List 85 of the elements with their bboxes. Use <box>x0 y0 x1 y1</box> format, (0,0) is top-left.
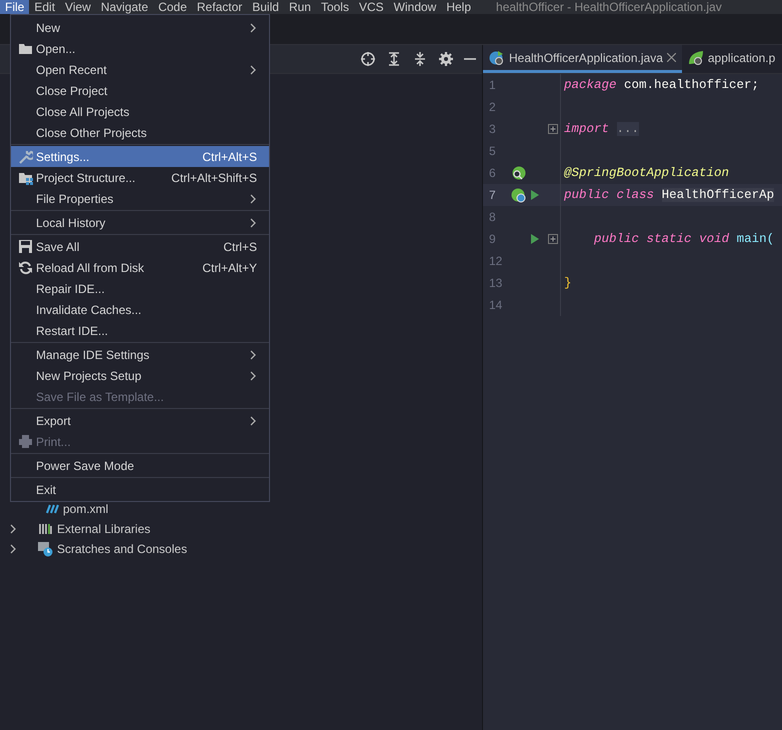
bean-search-icon <box>511 166 526 180</box>
line-number: 3 <box>488 122 497 136</box>
libraries-icon <box>38 521 53 537</box>
menu-item[interactable]: Exit <box>11 479 269 500</box>
menu-bar-item[interactable]: Code <box>153 0 192 14</box>
code-line: public class HealthOfficerAp <box>563 188 774 202</box>
settings-icon <box>438 51 454 67</box>
menu-bar-item[interactable]: File <box>0 0 30 14</box>
reload-icon <box>18 260 33 275</box>
window-title: healthOfficer - HealthOfficerApplication.jav <box>496 0 722 14</box>
bean-class-icon <box>511 188 526 202</box>
code-line: public static void main( <box>593 232 774 246</box>
shortcut-label: Ctrl+Alt+S <box>202 150 257 164</box>
line-number: 1 <box>488 78 497 92</box>
crosshair-icon <box>360 51 376 67</box>
line-number: 7 <box>488 188 497 202</box>
menu-item[interactable]: Power Save Mode <box>11 455 269 476</box>
menu-item[interactable]: Project Structure... Ctrl+Alt+Shift+S <box>11 167 269 188</box>
minimize-icon <box>464 58 476 60</box>
fold-icon <box>548 124 558 134</box>
menu-bar-item[interactable]: Edit <box>29 0 60 14</box>
leaf-icon <box>688 50 704 66</box>
tree-item[interactable]: pom.xml <box>63 502 108 516</box>
expand-all-icon <box>386 51 402 67</box>
menu-item[interactable]: File Properties <box>11 188 269 209</box>
chevron-right-icon <box>249 216 257 228</box>
line-number: 2 <box>488 100 497 114</box>
tree-item[interactable]: External Libraries <box>57 522 150 536</box>
menu-bar-item[interactable]: Help <box>441 0 476 14</box>
menu-bar-item[interactable]: Build <box>247 0 284 14</box>
chevron-right-icon <box>249 414 257 426</box>
menu-bar-item[interactable]: Tools <box>316 0 354 14</box>
maven-icon <box>46 504 59 514</box>
menu-item[interactable]: Save All Ctrl+S <box>11 236 269 257</box>
code-line: } <box>563 276 572 290</box>
chevron-right-icon <box>249 370 257 382</box>
menu-item[interactable]: Restart IDE... <box>11 320 269 341</box>
save-icon <box>18 239 33 254</box>
chevron-right-icon <box>249 64 257 76</box>
collapse-all-icon <box>412 51 428 67</box>
line-number: 5 <box>488 144 497 158</box>
menu-bar-item[interactable]: Navigate <box>96 0 154 14</box>
editor-tab[interactable]: HealthOfficerApplication.java <box>483 45 682 73</box>
menu-item[interactable]: Close Project <box>11 80 269 101</box>
menu-item[interactable]: Settings... Ctrl+Alt+S <box>11 146 269 167</box>
code-line: @SpringBootApplication <box>563 166 730 180</box>
menu-item[interactable]: Export <box>11 410 269 431</box>
line-number: 6 <box>488 166 497 180</box>
folder-icon <box>18 41 33 56</box>
chevron-right-icon <box>249 22 257 34</box>
menu-item[interactable]: Open... <box>11 38 269 59</box>
chevron-right-icon <box>249 192 257 204</box>
line-number: 13 <box>488 276 504 290</box>
menu-bar-item[interactable]: Refactor <box>192 0 248 14</box>
menu-item[interactable]: Local History <box>11 212 269 233</box>
menu-bar-item[interactable]: Run <box>284 0 316 14</box>
menu-item[interactable]: New Projects Setup <box>11 365 269 386</box>
menu-item[interactable]: Manage IDE Settings <box>11 344 269 365</box>
line-number: 12 <box>488 254 504 268</box>
menu-item[interactable]: Reload All from Disk Ctrl+Alt+Y <box>11 257 269 278</box>
folder-grid-icon <box>18 170 33 185</box>
line-number: 9 <box>488 232 497 246</box>
code-line: package com.healthofficer; <box>563 78 760 92</box>
menu-item[interactable]: Repair IDE... <box>11 278 269 299</box>
close-icon <box>666 53 676 62</box>
menu-item[interactable]: Close All Projects <box>11 101 269 122</box>
line-number: 14 <box>488 298 504 312</box>
chevron-right-icon <box>249 348 257 360</box>
line-number: 8 <box>488 210 497 224</box>
menu-item[interactable]: Invalidate Caches... <box>11 299 269 320</box>
menu-bar-item[interactable]: VCS <box>354 0 389 14</box>
menu-item[interactable]: Open Recent <box>11 59 269 80</box>
menu-bar-item[interactable]: Window <box>388 0 442 14</box>
scratches-icon <box>38 541 53 557</box>
code-line: import ... <box>563 122 640 136</box>
shortcut-label: Ctrl+S <box>223 240 257 254</box>
menu-item[interactable]: Close Other Projects <box>11 122 269 143</box>
editor-tab[interactable]: application.p <box>682 45 782 73</box>
shortcut-label: Ctrl+Alt+Shift+S <box>171 170 257 184</box>
fold-icon <box>548 234 558 244</box>
shortcut-label: Ctrl+Alt+Y <box>202 260 257 274</box>
tree-item[interactable]: Scratches and Consoles <box>57 542 188 556</box>
wrench-icon <box>18 149 33 164</box>
class-icon <box>489 50 505 66</box>
menu-bar-item[interactable]: View <box>60 0 96 14</box>
